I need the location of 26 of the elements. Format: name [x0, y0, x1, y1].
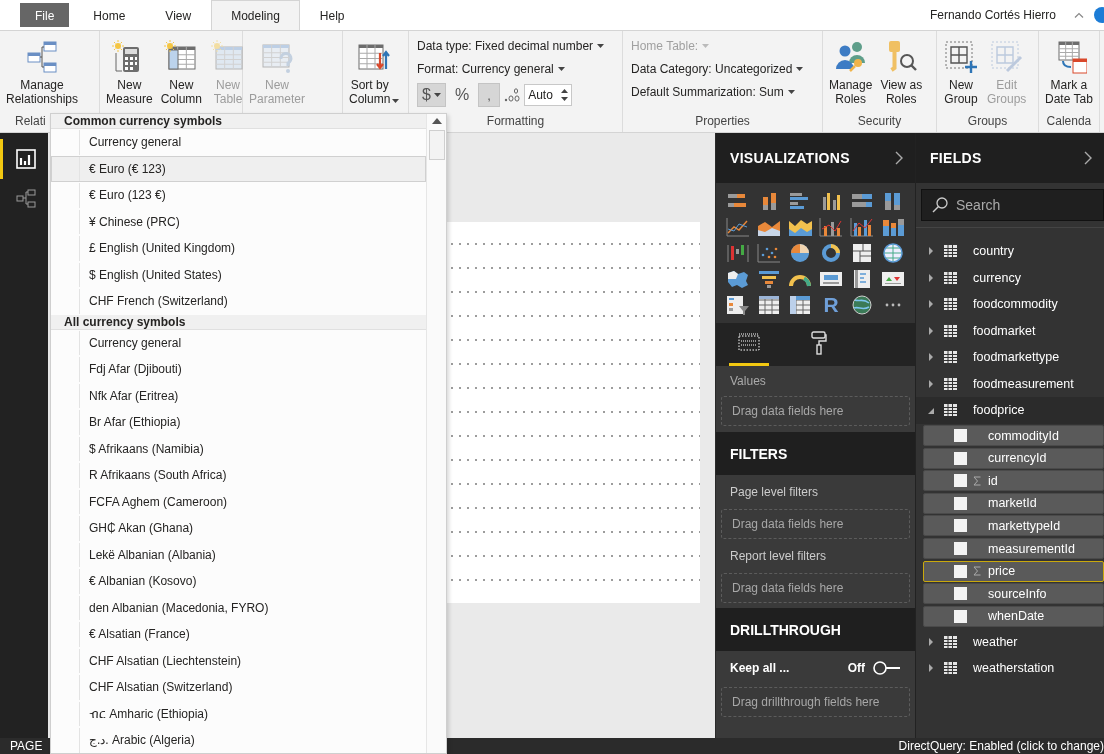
- pane-title: VISUALIZATIONS: [730, 150, 850, 166]
- group-label: Properties: [695, 114, 750, 128]
- field-name: price: [988, 564, 1016, 579]
- field-name: marketId: [988, 496, 1037, 511]
- field-name: whenDate: [988, 609, 1045, 624]
- group-label: Groups: [967, 114, 1008, 128]
- toggle-state: Off: [847, 661, 865, 675]
- filter-label: Report level filters: [729, 549, 828, 563]
- section-title: DRILLTHROUGH: [716, 608, 915, 651]
- well-label: Values: [729, 374, 767, 390]
- group-label: Calenda: [1046, 114, 1092, 128]
- group-label: Formatting: [486, 114, 545, 128]
- group-label: Relati: [15, 114, 46, 128]
- field-name: commodityId: [988, 428, 1059, 443]
- keep-all-label: Keep all ...: [730, 661, 791, 675]
- user-name: Fernando Cortés Hierro: [929, 8, 1056, 22]
- group-label: Security: [857, 114, 902, 128]
- field-name: currencyId: [988, 451, 1047, 466]
- field-name: measurementId: [988, 541, 1075, 556]
- section-title: FILTERS: [716, 432, 915, 475]
- field-name: markettypeId: [988, 518, 1061, 533]
- field-name: sourceInfo: [988, 586, 1047, 601]
- filter-label: Page level filters: [729, 485, 820, 499]
- field-name: id: [988, 473, 998, 488]
- menu-section-heading: Common currency symbols: [51, 114, 426, 129]
- pane-title: FIELDS: [930, 150, 982, 166]
